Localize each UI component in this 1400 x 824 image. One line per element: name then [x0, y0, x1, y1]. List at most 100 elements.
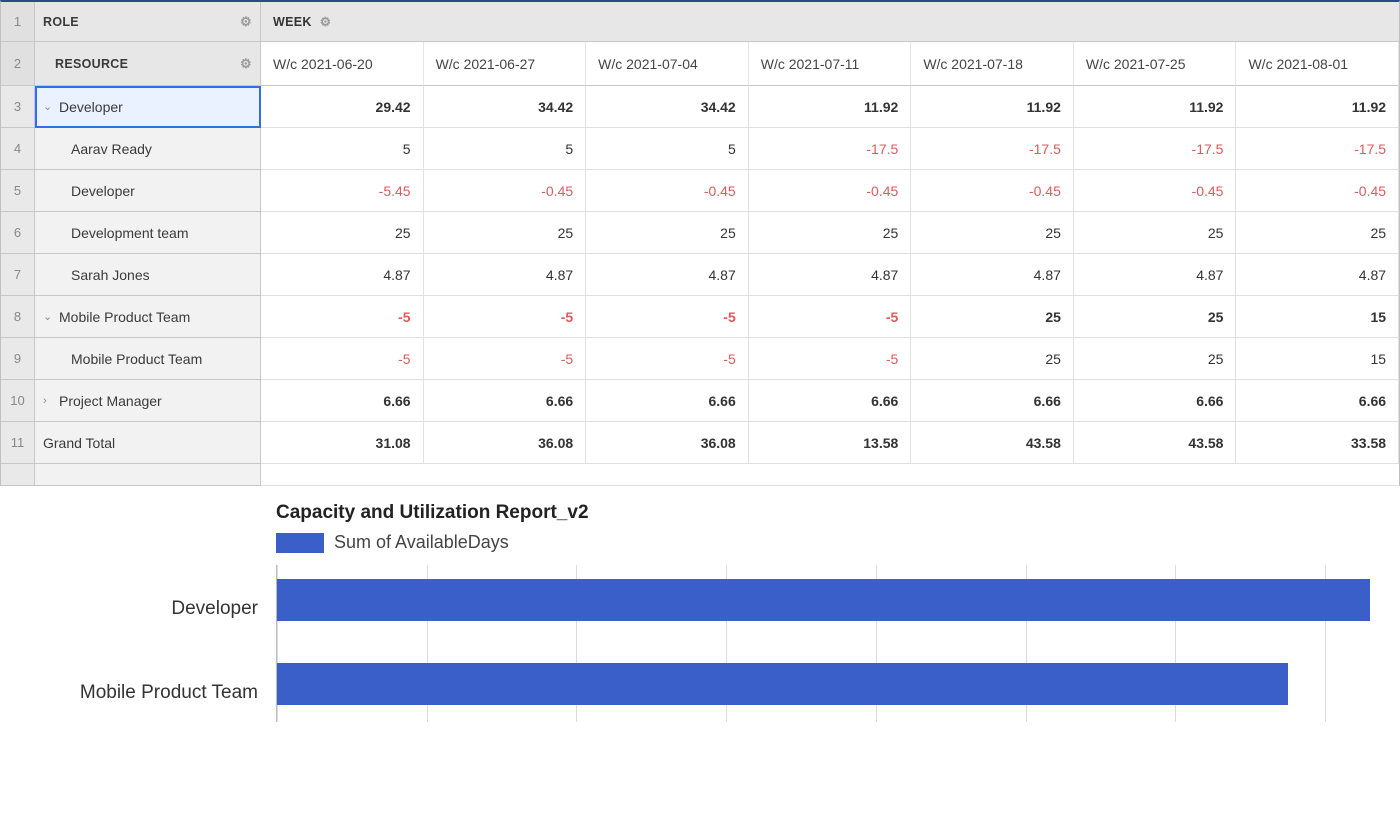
- row-number: 11: [1, 422, 35, 464]
- cell[interactable]: 4.87: [586, 254, 749, 296]
- cell[interactable]: -0.45: [424, 170, 587, 212]
- cell[interactable]: 4.87: [424, 254, 587, 296]
- cell[interactable]: -0.45: [911, 170, 1074, 212]
- cell[interactable]: 25: [1074, 296, 1237, 338]
- row-label[interactable]: Sarah Jones: [35, 254, 261, 296]
- cell[interactable]: 25: [1074, 212, 1237, 254]
- row-label[interactable]: ⌄Developer: [35, 86, 261, 128]
- row-label[interactable]: ›Project Manager: [35, 380, 261, 422]
- row-label[interactable]: Mobile Product Team: [35, 338, 261, 380]
- row-label[interactable]: ⌄ Mobile Product Team: [35, 296, 261, 338]
- column-header[interactable]: W/c 2021-06-20: [261, 42, 424, 86]
- cell[interactable]: 6.66: [261, 380, 424, 422]
- cell[interactable]: -17.5: [749, 128, 912, 170]
- cell[interactable]: -0.45: [749, 170, 912, 212]
- cell[interactable]: 4.87: [1236, 254, 1399, 296]
- cell[interactable]: 6.66: [1236, 380, 1399, 422]
- column-header[interactable]: W/c 2021-07-04: [586, 42, 749, 86]
- cell[interactable]: -5: [424, 338, 587, 380]
- gear-icon[interactable]: ⚙: [320, 14, 332, 29]
- row-label[interactable]: Grand Total: [35, 422, 261, 464]
- cell[interactable]: 11.92: [911, 86, 1074, 128]
- gear-icon[interactable]: ⚙: [234, 56, 252, 72]
- cell[interactable]: 15: [1236, 296, 1399, 338]
- resource-field-header[interactable]: RESOURCE ⚙: [35, 42, 261, 86]
- cell[interactable]: 36.08: [586, 422, 749, 464]
- gear-icon[interactable]: ⚙: [234, 14, 252, 30]
- cell[interactable]: -5: [586, 338, 749, 380]
- column-header[interactable]: W/c 2021-07-25: [1074, 42, 1237, 86]
- week-field-header[interactable]: WEEK ⚙: [261, 2, 1399, 42]
- cell[interactable]: -17.5: [911, 128, 1074, 170]
- table-row: 10›Project Manager6.666.666.666.666.666.…: [1, 380, 1399, 422]
- cell[interactable]: 5: [586, 128, 749, 170]
- cell[interactable]: -17.5: [1074, 128, 1237, 170]
- chart-plot-area[interactable]: [276, 565, 1400, 722]
- cell[interactable]: -5: [749, 338, 912, 380]
- cell[interactable]: 13.58: [749, 422, 912, 464]
- cell[interactable]: 34.42: [586, 86, 749, 128]
- cell[interactable]: 4.87: [911, 254, 1074, 296]
- cell[interactable]: -5: [261, 296, 424, 338]
- column-header[interactable]: W/c 2021-08-01: [1236, 42, 1399, 86]
- cell[interactable]: 25: [749, 212, 912, 254]
- chevron-down-icon[interactable]: ⌄: [43, 100, 53, 113]
- cell[interactable]: 4.87: [1074, 254, 1237, 296]
- cell[interactable]: -5.45: [261, 170, 424, 212]
- role-field-header[interactable]: ROLE ⚙: [35, 2, 261, 42]
- cell[interactable]: 25: [911, 296, 1074, 338]
- cell[interactable]: 6.66: [1074, 380, 1237, 422]
- cell[interactable]: 25: [911, 338, 1074, 380]
- cell[interactable]: 25: [261, 212, 424, 254]
- row-label[interactable]: Development team: [35, 212, 261, 254]
- cell[interactable]: 11.92: [1074, 86, 1237, 128]
- column-header[interactable]: W/c 2021-06-27: [424, 42, 587, 86]
- cell[interactable]: -0.45: [586, 170, 749, 212]
- cell[interactable]: 4.87: [749, 254, 912, 296]
- cell[interactable]: -0.45: [1236, 170, 1399, 212]
- row-label[interactable]: Aarav Ready: [35, 128, 261, 170]
- cell[interactable]: 43.58: [1074, 422, 1237, 464]
- cell[interactable]: 5: [424, 128, 587, 170]
- cell[interactable]: 25: [1074, 338, 1237, 380]
- cell[interactable]: 6.66: [749, 380, 912, 422]
- cell[interactable]: -5: [749, 296, 912, 338]
- column-header[interactable]: W/c 2021-07-11: [749, 42, 912, 86]
- cell[interactable]: -5: [261, 338, 424, 380]
- cell[interactable]: -17.5: [1236, 128, 1399, 170]
- cell[interactable]: 25: [586, 212, 749, 254]
- cell[interactable]: 25: [1236, 212, 1399, 254]
- cell[interactable]: 34.42: [424, 86, 587, 128]
- cell[interactable]: 31.08: [261, 422, 424, 464]
- row-label-text: Mobile Product Team: [59, 309, 190, 325]
- cell[interactable]: 5: [261, 128, 424, 170]
- cell[interactable]: 11.92: [1236, 86, 1399, 128]
- chart-category-label: Developer: [34, 580, 276, 638]
- chevron-right-icon[interactable]: ›: [43, 395, 53, 407]
- cell[interactable]: 11.92: [749, 86, 912, 128]
- cell[interactable]: 6.66: [586, 380, 749, 422]
- cell[interactable]: -0.45: [1074, 170, 1237, 212]
- cell[interactable]: 6.66: [424, 380, 587, 422]
- chart-legend[interactable]: Sum of AvailableDays: [276, 532, 1400, 553]
- cell[interactable]: 33.58: [1236, 422, 1399, 464]
- chevron-down-icon[interactable]: ⌄: [43, 310, 53, 323]
- row-number: [1, 464, 35, 486]
- cell[interactable]: 43.58: [911, 422, 1074, 464]
- cell[interactable]: 15: [1236, 338, 1399, 380]
- row-number: 1: [1, 2, 35, 42]
- chart-bar[interactable]: [277, 663, 1288, 705]
- cell[interactable]: 36.08: [424, 422, 587, 464]
- cell[interactable]: -5: [424, 296, 587, 338]
- cell[interactable]: 4.87: [261, 254, 424, 296]
- cell[interactable]: 6.66: [911, 380, 1074, 422]
- cell[interactable]: -5: [586, 296, 749, 338]
- column-header[interactable]: W/c 2021-07-18: [911, 42, 1074, 86]
- cell[interactable]: 29.42: [261, 86, 424, 128]
- row-cells: 6.666.666.666.666.666.666.66: [261, 380, 1399, 422]
- row-label-text: Development team: [43, 225, 189, 241]
- row-label[interactable]: Developer: [35, 170, 261, 212]
- cell[interactable]: 25: [911, 212, 1074, 254]
- chart-bar[interactable]: [277, 579, 1370, 621]
- cell[interactable]: 25: [424, 212, 587, 254]
